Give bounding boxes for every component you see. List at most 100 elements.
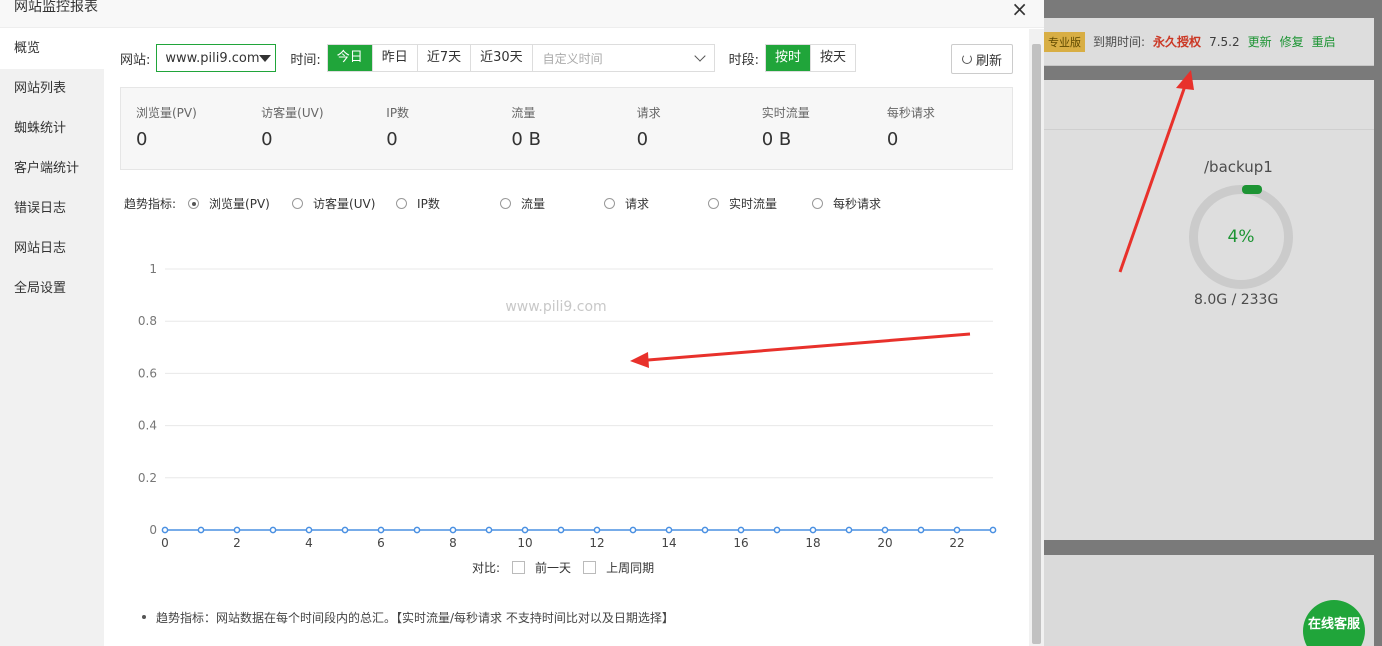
sidebar-item-site-log[interactable]: 网站日志: [0, 229, 104, 269]
sidebar-item-error-log[interactable]: 错误日志: [0, 189, 104, 229]
data-point: [737, 526, 745, 534]
filter-toolbar: 网站: www.pili9.com 时间: 今日 昨日 近7天 近30天 自定义…: [120, 44, 857, 72]
x-tick-label: 2: [233, 536, 241, 550]
expire-label: 到期时间:: [1093, 35, 1146, 49]
sidebar-item-site-list[interactable]: 网站列表: [0, 69, 104, 109]
scrollbar[interactable]: [1029, 29, 1044, 646]
x-tick-label: 22: [949, 536, 964, 550]
radio-icon: [396, 198, 408, 209]
stat-label: 浏览量(PV): [136, 106, 197, 120]
trend-chart: 00.20.40.60.810 2 4 6 8 10 12 14 16 18 20 22www.pil…: [138, 262, 997, 550]
caret-down-icon: [259, 54, 272, 62]
sidebar-item-global-settings[interactable]: 全局设置: [0, 269, 104, 309]
refresh-button[interactable]: 刷新: [951, 44, 1013, 74]
time-7days-button[interactable]: 近7天: [417, 45, 472, 71]
modal-title: 网站监控报表: [14, 0, 98, 15]
time-today-button[interactable]: 今日: [327, 45, 373, 71]
repair-link[interactable]: 修复: [1280, 33, 1304, 50]
data-point: [377, 526, 385, 534]
data-point: [305, 526, 313, 534]
trend-option-pv[interactable]: 浏览量(PV): [188, 195, 292, 212]
x-tick-label: 14: [661, 536, 676, 550]
sidebar: 概览 网站列表 蜘蛛统计 客户端统计 错误日志 网站日志 全局设置: [0, 29, 104, 646]
refresh-label: 刷新: [975, 53, 1002, 69]
x-tick-label: 6: [377, 536, 385, 550]
x-tick-label: 4: [305, 536, 313, 550]
close-icon[interactable]: ×: [1011, 0, 1028, 20]
compare-row: 对比: 前一天 上周同期: [472, 559, 654, 576]
compare-prev-day-checkbox[interactable]: [512, 561, 526, 574]
x-tick-label: 18: [805, 536, 820, 550]
data-point: [953, 526, 961, 534]
data-point: [485, 526, 493, 534]
time-yesterday-button[interactable]: 昨日: [372, 45, 418, 71]
data-point: [413, 526, 421, 534]
trend-option-label: 每秒请求: [833, 197, 882, 211]
restart-link[interactable]: 重启: [1312, 33, 1336, 50]
data-point: [269, 526, 277, 534]
data-point: [629, 526, 637, 534]
trend-label: 趋势指标:: [124, 197, 177, 211]
stat-value: 0: [261, 129, 273, 150]
radio-icon: [500, 198, 512, 209]
sidebar-item-spider-stats[interactable]: 蜘蛛统计: [0, 109, 104, 149]
stat-label: IP数: [386, 106, 410, 120]
scrollbar-thumb[interactable]: [1032, 44, 1041, 644]
data-point: [233, 526, 241, 534]
compare-last-week-checkbox[interactable]: [583, 561, 597, 574]
data-point: [881, 526, 889, 534]
y-tick-label: 0: [149, 523, 157, 537]
stat-traffic: 流量 0 B: [511, 104, 636, 169]
period-day-button[interactable]: 按天: [811, 45, 856, 71]
data-point: [917, 526, 925, 534]
disk-usage-arc: [1242, 185, 1262, 194]
sidebar-item-client-stats[interactable]: 客户端统计: [0, 149, 104, 189]
sidebar-item-overview[interactable]: 概览: [0, 29, 104, 69]
stat-pv: 浏览量(PV) 0: [136, 104, 261, 169]
data-point: [521, 526, 529, 534]
period-hour-button[interactable]: 按时: [766, 45, 812, 71]
disk-card-header: [1044, 80, 1374, 130]
x-tick-label: 20: [877, 536, 892, 550]
stat-ip: IP数 0: [386, 104, 511, 169]
trend-option-label: 实时流量: [729, 197, 778, 211]
site-label: 网站:: [120, 52, 151, 68]
radio-icon: [188, 198, 200, 209]
site-select[interactable]: www.pili9.com: [156, 44, 277, 72]
trend-option-traffic[interactable]: 流量: [500, 195, 604, 212]
x-tick-label: 8: [449, 536, 457, 550]
disk-usage-ring: 4%: [1189, 185, 1293, 289]
trend-option-requests[interactable]: 请求: [604, 195, 708, 212]
y-tick-label: 0.6: [138, 366, 157, 380]
stat-label: 访客量(UV): [261, 106, 324, 120]
monitor-report-modal: 网站监控报表 × 概览 网站列表 蜘蛛统计 客户端统计 错误日志 网站日志 全局…: [0, 0, 1044, 646]
data-point: [341, 526, 349, 534]
trend-option-ip[interactable]: IP数: [396, 195, 500, 212]
stat-label: 每秒请求: [886, 106, 935, 120]
stat-value: 0: [136, 129, 148, 150]
compare-label: 对比:: [472, 561, 501, 575]
disk-size: 8.0G / 233G: [1194, 292, 1279, 308]
data-point: [197, 526, 205, 534]
stat-realtime-traffic: 实时流量 0 B: [762, 104, 887, 169]
update-link[interactable]: 更新: [1248, 33, 1272, 50]
expire-value: 永久授权: [1153, 35, 1202, 49]
trend-option-uv[interactable]: 访客量(UV): [292, 195, 396, 212]
stat-value: 0: [386, 129, 398, 150]
stat-value: 0 B: [761, 129, 792, 150]
chevron-down-icon: [693, 50, 706, 62]
period-group: 按时 按天: [765, 44, 857, 72]
y-tick-label: 0.4: [138, 419, 157, 433]
refresh-icon: [961, 54, 972, 64]
status-bar: 专业版 到期时间: 永久授权 7.5.2 更新 修复 重启: [1044, 18, 1374, 66]
period-label: 时段:: [728, 52, 760, 68]
trend-option-realtime[interactable]: 实时流量: [708, 195, 812, 212]
pro-badge: 专业版: [1044, 31, 1085, 52]
data-point: [845, 526, 853, 534]
data-point: [989, 526, 997, 534]
trend-option-rps[interactable]: 每秒请求: [812, 195, 916, 212]
stat-value: 0: [886, 129, 899, 150]
stat-label: 实时流量: [761, 106, 810, 120]
time-30days-button[interactable]: 近30天: [471, 45, 532, 71]
custom-date-input[interactable]: 自定义时间: [532, 44, 715, 72]
